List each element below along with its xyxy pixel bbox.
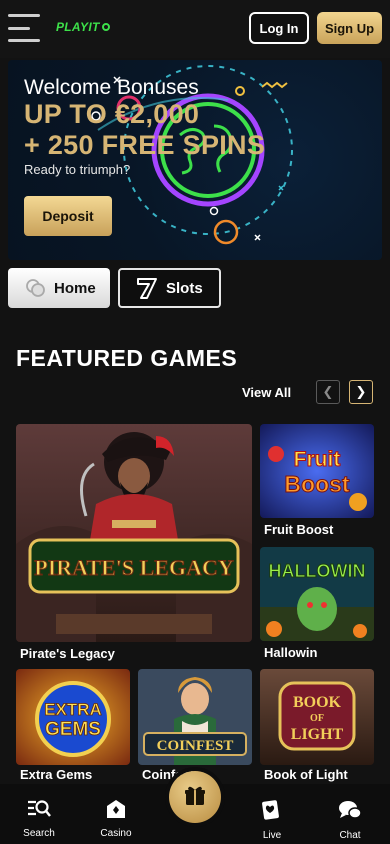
search-icon: [27, 799, 51, 824]
nav-live[interactable]: Live: [242, 784, 302, 844]
game-card-book-of-light[interactable]: BOOK OF LIGHT Book of Light: [260, 669, 374, 783]
svg-text:GEMS: GEMS: [45, 719, 101, 740]
game-thumbnail: Fruit Boost: [260, 424, 374, 518]
game-title: Fruit Boost: [264, 522, 334, 537]
menu-icon[interactable]: [8, 14, 40, 42]
login-button[interactable]: Log In: [249, 12, 309, 44]
svg-text:HALLOWIN: HALLOWIN: [269, 561, 366, 581]
tab-home-label: Home: [54, 279, 96, 297]
banner-tagline: Ready to triumph?: [24, 162, 131, 177]
nav-chat[interactable]: Chat: [320, 784, 380, 844]
nav-chat-label: Chat: [339, 830, 361, 841]
game-thumbnail: HALLOWIN: [260, 547, 374, 641]
cards-icon: [261, 799, 283, 826]
game-thumbnail: BOOK OF LIGHT: [260, 669, 374, 765]
nav-search[interactable]: Search: [9, 784, 69, 844]
gift-button[interactable]: [169, 771, 221, 823]
signup-button[interactable]: Sign Up: [317, 12, 382, 44]
game-card-hallowin[interactable]: HALLOWIN Hallowin: [260, 547, 374, 663]
game-thumbnail: PIRATE'S LEGACY: [16, 424, 252, 642]
svg-text:LIGHT: LIGHT: [291, 726, 344, 743]
banner-amount: UP TO €2,000: [24, 99, 200, 129]
game-thumbnail: COINFEST: [138, 669, 252, 765]
game-thumbnail: EXTRA GEMS: [16, 669, 130, 765]
game-card-extra-gems[interactable]: EXTRA GEMS Extra Gems: [16, 669, 130, 783]
banner-welcome: Welcome Bonuses: [24, 76, 199, 99]
chevron-right-icon[interactable]: ❯: [349, 380, 373, 404]
nav-live-label: Live: [262, 830, 282, 841]
nav-search-label: Search: [23, 828, 55, 839]
game-title: Book of Light: [264, 767, 348, 782]
game-card-pirates-legacy[interactable]: PIRATE'S LEGACY Pirate's Legacy: [16, 424, 252, 664]
nav-casino[interactable]: Casino: [86, 784, 146, 844]
chips-icon: [24, 277, 46, 299]
deposit-button[interactable]: Deposit: [24, 196, 112, 236]
view-all-link[interactable]: View All: [242, 385, 291, 400]
nav-casino-label: Casino: [100, 828, 132, 839]
brand-logo[interactable]: PLAYIT: [56, 20, 110, 34]
tab-slots[interactable]: Slots: [118, 268, 221, 308]
chevron-left-icon[interactable]: ❮: [316, 380, 340, 404]
seven-icon: [136, 277, 158, 299]
top-header: PLAYIT Log In Sign Up: [0, 0, 390, 58]
tab-home[interactable]: Home: [8, 268, 110, 308]
chat-icon: [338, 799, 362, 826]
svg-text:BOOK: BOOK: [293, 694, 342, 711]
game-card-coinfest[interactable]: COINFEST Coinfest: [138, 669, 252, 783]
game-title: Hallowin: [264, 645, 318, 660]
casino-icon: [105, 799, 127, 824]
game-title: Pirate's Legacy: [20, 646, 115, 661]
svg-text:COINFEST: COINFEST: [157, 738, 234, 754]
game-art-title: PIRATE'S LEGACY: [34, 555, 234, 580]
tab-slots-label: Slots: [166, 279, 203, 297]
game-title: Extra Gems: [20, 767, 93, 782]
welcome-banner[interactable]: Welcome Bonuses UP TO €2,000 + 250 FREE …: [8, 60, 382, 260]
game-card-fruit-boost[interactable]: Fruit Boost Fruit Boost: [260, 424, 374, 540]
gift-icon: [183, 783, 207, 812]
featured-title: FEATURED GAMES: [16, 345, 238, 371]
svg-text:EXTRA: EXTRA: [44, 700, 102, 719]
svg-text:OF: OF: [310, 713, 324, 724]
svg-text:Boost: Boost: [284, 471, 350, 497]
svg-text:Fruit: Fruit: [294, 448, 341, 471]
banner-spins: + 250 FREE SPINS: [24, 130, 266, 160]
